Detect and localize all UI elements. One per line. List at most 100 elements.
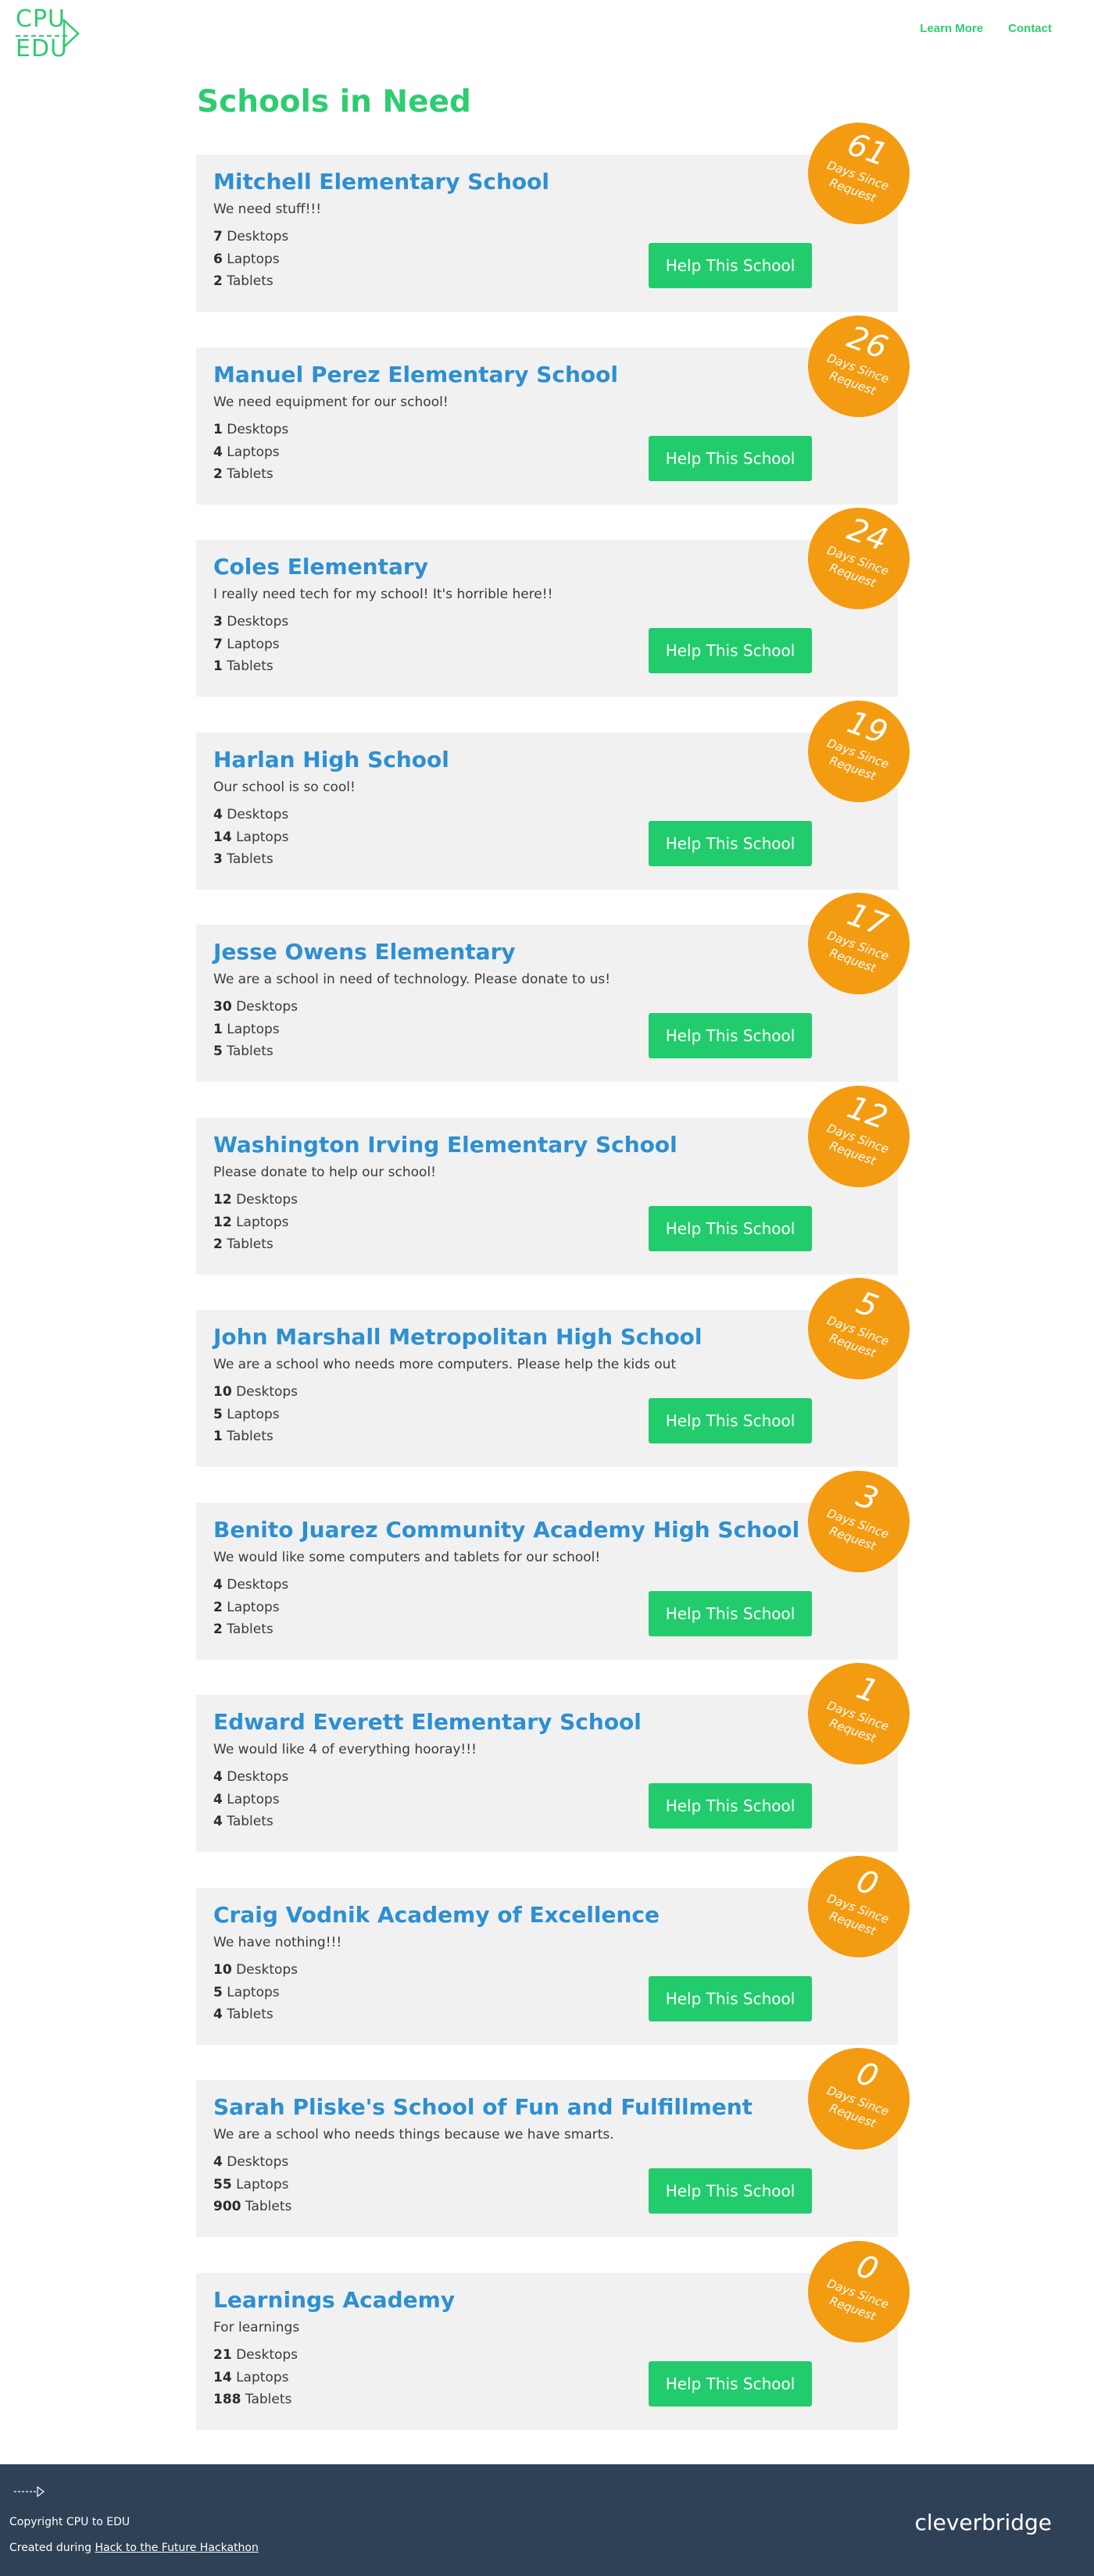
days-since-request-badge: 26 Days Since Request bbox=[793, 301, 924, 431]
days-since-request-badge: 5 Days Since Request bbox=[793, 1263, 924, 1394]
help-this-school-button[interactable]: Help This School bbox=[649, 1783, 812, 1829]
school-card: Craig Vodnik Academy of Excellence We ha… bbox=[196, 1841, 924, 2045]
desktops-count: 4 bbox=[213, 1576, 223, 1593]
school-name[interactable]: Benito Juarez Community Academy High Sch… bbox=[213, 1517, 799, 1543]
school-name[interactable]: Craig Vodnik Academy of Excellence bbox=[213, 1902, 660, 1928]
days-since-request-badge: 3 Days Since Request bbox=[793, 1456, 924, 1586]
logo-text-top: CPU bbox=[16, 5, 66, 33]
school-name[interactable]: Jesse Owens Elementary bbox=[213, 939, 516, 965]
school-name[interactable]: Sarah Pliske's School of Fun and Fulfill… bbox=[213, 2094, 753, 2120]
laptops-label: Laptops bbox=[227, 637, 280, 652]
tablets-label: Tablets bbox=[227, 658, 274, 674]
footer-created: Created during Hack to the Future Hackat… bbox=[9, 2542, 259, 2554]
laptops-count: 5 bbox=[213, 1407, 223, 1422]
school-name[interactable]: John Marshall Metropolitan High School bbox=[213, 1324, 703, 1350]
desktops-label: Desktops bbox=[227, 1769, 289, 1785]
desktops-needed: 4 Desktops bbox=[213, 1577, 288, 1593]
laptops-label: Laptops bbox=[227, 252, 280, 267]
laptops-label: Laptops bbox=[236, 2369, 289, 2385]
help-this-school-button[interactable]: Help This School bbox=[649, 628, 812, 673]
laptops-needed: 7 Laptops bbox=[213, 637, 280, 652]
tablets-count: 4 bbox=[213, 2006, 223, 2022]
nav-contact[interactable]: Contact bbox=[1008, 22, 1052, 35]
site-logo[interactable]: CPU EDU bbox=[16, 5, 81, 61]
sponsor-logo[interactable]: cleverbridge bbox=[914, 2510, 1052, 2535]
desktops-count: 4 bbox=[213, 2154, 223, 2170]
laptops-count: 6 bbox=[213, 252, 223, 267]
days-since-request-badge: 12 Days Since Request bbox=[793, 1071, 924, 1201]
laptops-count: 7 bbox=[213, 637, 223, 652]
school-description: We would like 4 of everything hooray!!! bbox=[213, 1742, 477, 1757]
school-name[interactable]: Learnings Academy bbox=[213, 2287, 455, 2313]
laptops-count: 12 bbox=[213, 1214, 232, 1230]
school-name[interactable]: Manuel Perez Elementary School bbox=[213, 362, 618, 387]
laptops-label: Laptops bbox=[227, 1792, 280, 1807]
help-this-school-button[interactable]: Help This School bbox=[649, 1013, 812, 1058]
desktops-count: 3 bbox=[213, 614, 223, 630]
days-since-request-badge: 0 Days Since Request bbox=[793, 2226, 924, 2357]
days-since-request-badge: 19 Days Since Request bbox=[793, 686, 924, 816]
school-name[interactable]: Mitchell Elementary School bbox=[213, 169, 549, 194]
laptops-count: 14 bbox=[213, 2369, 232, 2385]
help-this-school-button[interactable]: Help This School bbox=[649, 820, 812, 866]
laptops-count: 55 bbox=[213, 2177, 232, 2192]
help-this-school-button[interactable]: Help This School bbox=[649, 2168, 812, 2214]
school-description: We would like some computers and tablets… bbox=[213, 1549, 601, 1565]
tablets-label: Tablets bbox=[227, 1814, 274, 1829]
school-name[interactable]: Coles Elementary bbox=[213, 554, 428, 580]
school-name[interactable]: Harlan High School bbox=[213, 747, 449, 772]
laptops-needed: 12 Laptops bbox=[213, 1215, 288, 1230]
nav-learn-more[interactable]: Learn More bbox=[920, 22, 983, 35]
school-description: We need equipment for our school! bbox=[213, 394, 449, 410]
desktops-label: Desktops bbox=[227, 2154, 289, 2170]
tablets-label: Tablets bbox=[227, 851, 274, 867]
desktops-label: Desktops bbox=[227, 229, 289, 244]
tablets-label: Tablets bbox=[227, 2006, 274, 2022]
tablets-label: Tablets bbox=[227, 1236, 274, 1252]
help-this-school-button[interactable]: Help This School bbox=[649, 1205, 812, 1251]
top-bar: CPU EDU Learn More Contact bbox=[0, 0, 1094, 62]
help-this-school-button[interactable]: Help This School bbox=[649, 1398, 812, 1443]
days-since-request-badge: 0 Days Since Request bbox=[793, 2033, 924, 2164]
school-card: John Marshall Metropolitan High School W… bbox=[196, 1263, 924, 1467]
tablets-count: 1 bbox=[213, 658, 223, 674]
school-card: Sarah Pliske's School of Fun and Fulfill… bbox=[196, 2033, 924, 2237]
laptops-label: Laptops bbox=[227, 444, 280, 460]
help-this-school-button[interactable]: Help This School bbox=[649, 435, 812, 481]
school-card: Harlan High School Our school is so cool… bbox=[196, 686, 924, 890]
laptops-count: 14 bbox=[213, 829, 232, 845]
tablets-needed: 2 Tablets bbox=[213, 1236, 274, 1252]
school-card: Benito Juarez Community Academy High Sch… bbox=[196, 1456, 924, 1660]
desktops-count: 12 bbox=[213, 1191, 232, 1208]
desktops-label: Desktops bbox=[236, 2346, 299, 2363]
school-card: Coles Elementary I really need tech for … bbox=[196, 493, 924, 697]
help-this-school-button[interactable]: Help This School bbox=[649, 1975, 812, 2021]
days-since-request-badge: 17 Days Since Request bbox=[793, 878, 924, 1009]
laptops-needed: 4 Laptops bbox=[213, 1792, 280, 1807]
desktops-needed: 4 Desktops bbox=[213, 2154, 288, 2170]
desktops-label: Desktops bbox=[227, 806, 289, 822]
school-card: Washington Irving Elementary School Plea… bbox=[196, 1071, 924, 1275]
hackathon-link[interactable]: Hack to the Future Hackathon bbox=[95, 2542, 258, 2554]
desktops-needed: 7 Desktops bbox=[213, 229, 288, 244]
help-this-school-button[interactable]: Help This School bbox=[649, 1590, 812, 1636]
tablets-needed: 3 Tablets bbox=[213, 851, 274, 867]
tablets-needed: 4 Tablets bbox=[213, 1814, 274, 1829]
tablets-needed: 1 Tablets bbox=[213, 658, 274, 674]
help-this-school-button[interactable]: Help This School bbox=[649, 243, 812, 288]
school-name[interactable]: Washington Irving Elementary School bbox=[213, 1132, 677, 1158]
tablets-label: Tablets bbox=[245, 2391, 292, 2407]
tablets-count: 1 bbox=[213, 1429, 223, 1444]
school-name[interactable]: Edward Everett Elementary School bbox=[213, 1709, 642, 1735]
laptops-label: Laptops bbox=[236, 2177, 289, 2192]
help-this-school-button[interactable]: Help This School bbox=[649, 2360, 812, 2407]
desktops-count: 10 bbox=[213, 1384, 232, 1400]
desktops-count: 4 bbox=[213, 806, 223, 822]
school-description: Please donate to help our school! bbox=[213, 1164, 436, 1180]
laptops-needed: 1 Laptops bbox=[213, 1022, 280, 1037]
footer-created-prefix: Created during bbox=[9, 2542, 92, 2554]
desktops-count: 21 bbox=[213, 2346, 232, 2363]
laptops-needed: 14 Laptops bbox=[213, 2370, 288, 2385]
tablets-count: 3 bbox=[213, 851, 223, 867]
page-title: Schools in Need bbox=[197, 84, 471, 120]
